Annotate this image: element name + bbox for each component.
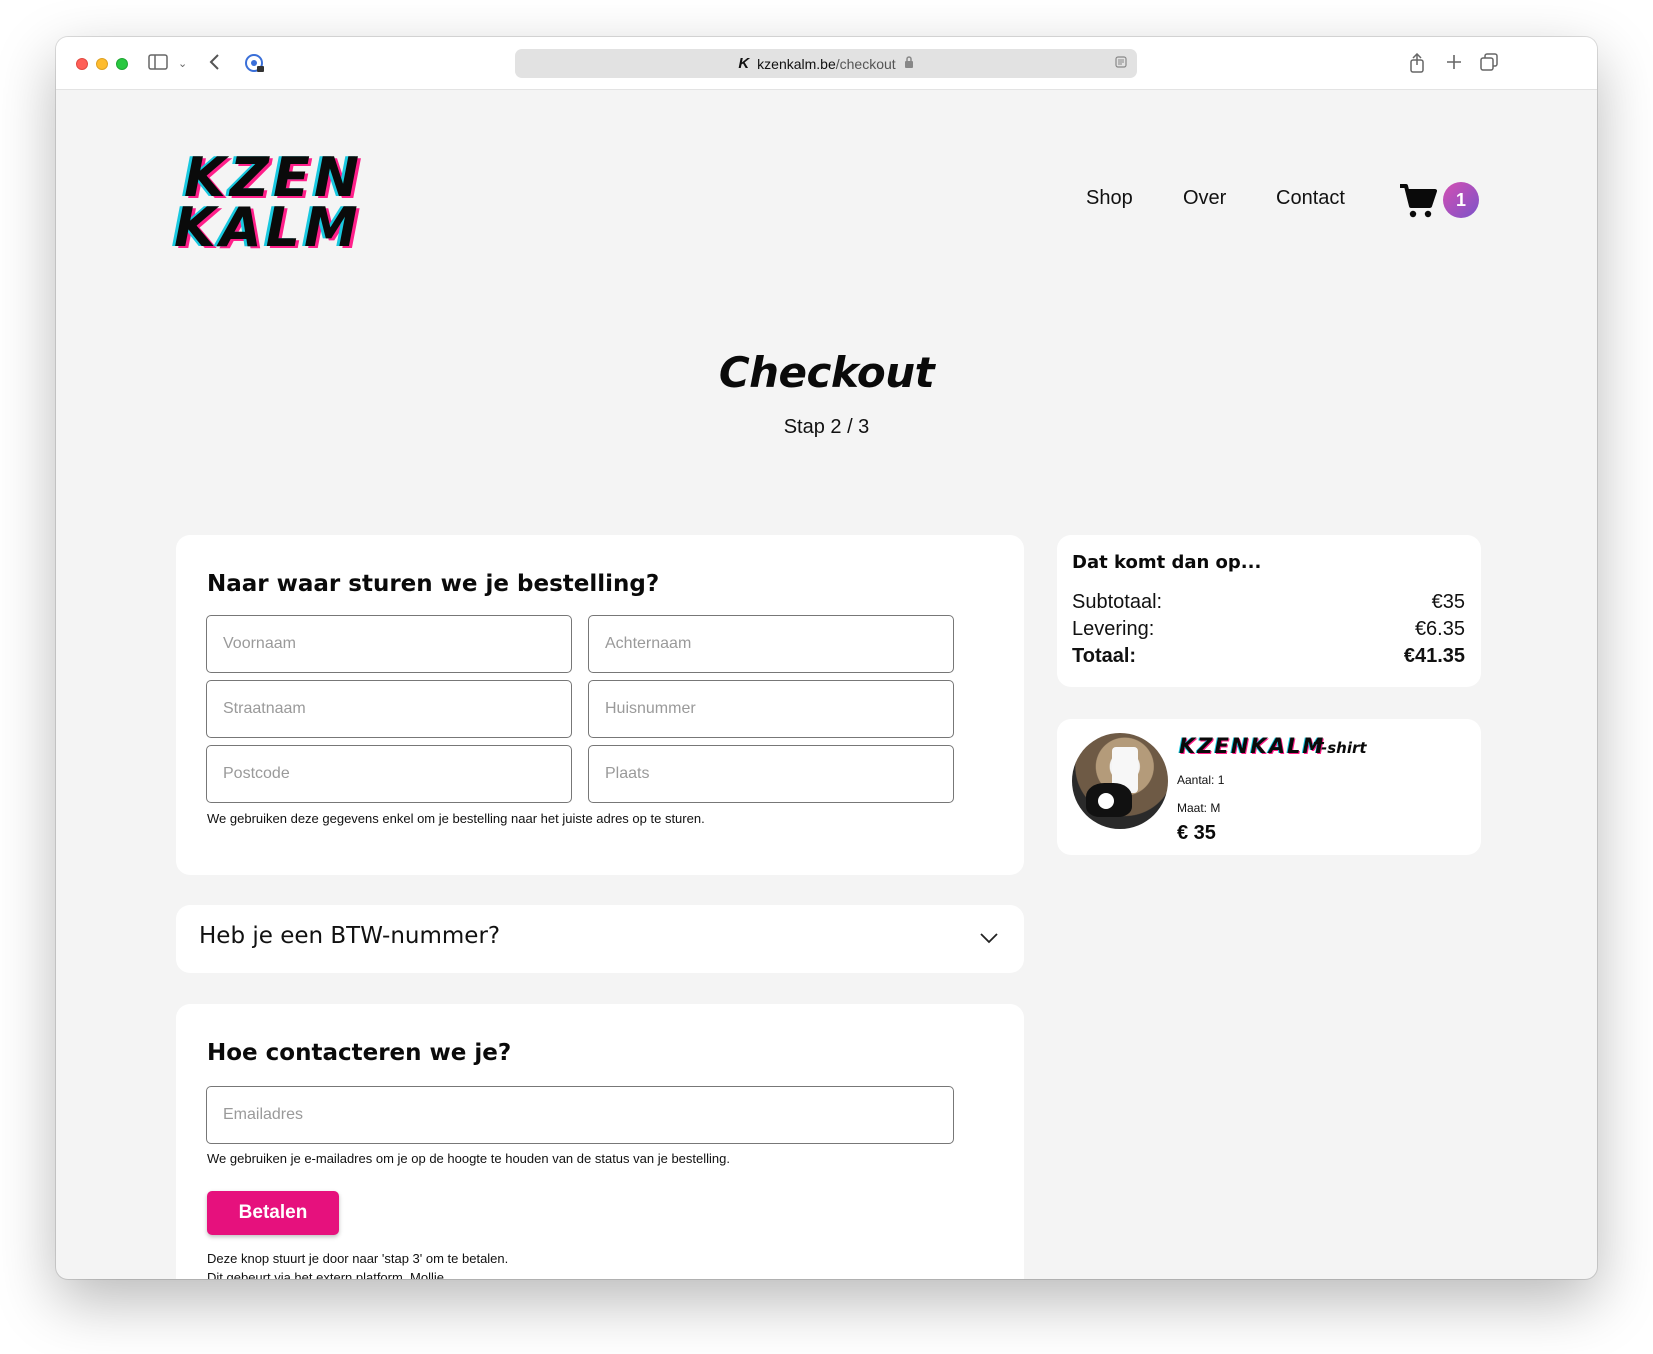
url-domain: kzenkalm.be <box>757 55 836 72</box>
delivery-value: €6.35 <box>1414 618 1465 640</box>
street-field[interactable] <box>206 680 572 738</box>
nav-contact[interactable]: Contact <box>1276 187 1345 210</box>
privacy-report-icon[interactable] <box>244 53 266 80</box>
browser-titlebar: ⌄ K kzenkalm.be/checkout <box>56 37 1597 90</box>
vat-number-accordion[interactable]: Heb je een BTW-nummer? <box>176 905 1024 973</box>
page-title: Checkout <box>718 348 935 397</box>
product-image <box>1072 733 1168 829</box>
reader-mode-icon[interactable] <box>1115 56 1127 71</box>
postcode-input[interactable] <box>223 746 571 802</box>
product-type: T-shirt <box>1313 739 1367 757</box>
shipping-address-heading: Naar waar sturen we je bestelling? <box>207 571 660 597</box>
cart-count-badge[interactable]: 1 <box>1443 182 1479 218</box>
chevron-down-icon[interactable] <box>978 927 1000 949</box>
cart-item-card: KZENKALM T-shirt Aantal: 1 Maat: M € 35 <box>1057 719 1481 855</box>
subtotal-label: Subtotaal: <box>1072 591 1163 613</box>
new-tab-icon[interactable] <box>1446 53 1462 75</box>
postcode-field[interactable] <box>206 745 572 803</box>
share-icon[interactable] <box>1409 52 1425 78</box>
email-field[interactable] <box>206 1086 954 1144</box>
house-number-field[interactable] <box>588 680 954 738</box>
subtotal-value: €35 <box>1431 591 1465 613</box>
url-path: /checkout <box>835 55 896 72</box>
fullscreen-window-button[interactable] <box>116 58 128 70</box>
payment-note-line-2: Dit gebeurt via het extern platform, Mol… <box>207 1270 448 1279</box>
total-label: Totaal: <box>1072 645 1137 667</box>
total-row: Totaal: €41.35 <box>1072 645 1465 668</box>
checkout-step-indicator: Stap 2 / 3 <box>783 416 870 438</box>
product-size: Maat: M <box>1177 801 1221 815</box>
address-bar[interactable]: K kzenkalm.be/checkout <box>515 49 1137 78</box>
house-number-input[interactable] <box>605 681 953 737</box>
contact-card: Hoe contacteren we je? We gebruiken je e… <box>176 1004 1024 1279</box>
chevron-down-icon[interactable]: ⌄ <box>178 53 187 75</box>
address-helper-text: We gebruiken deze gegevens enkel om je b… <box>207 811 705 826</box>
product-price: € 35 <box>1177 822 1216 844</box>
tab-overview-icon[interactable] <box>1480 53 1498 76</box>
total-value: €41.35 <box>1403 645 1465 667</box>
order-summary-card: Dat komt dan op... Subtotaal: €35 Leveri… <box>1057 535 1481 687</box>
sidebar-toggle-icon[interactable] <box>148 53 168 76</box>
site-favicon: K <box>738 55 750 72</box>
logo-line-2: KALM <box>174 196 362 259</box>
product-brand-name: KZENKALM <box>1179 734 1326 758</box>
delivery-row: Levering: €6.35 <box>1072 618 1465 641</box>
last-name-field[interactable] <box>588 615 954 673</box>
nav-shop[interactable]: Shop <box>1086 187 1133 210</box>
shopping-cart-icon[interactable] <box>1398 180 1438 220</box>
vat-accordion-label: Heb je een BTW-nummer? <box>199 923 501 949</box>
kzenkalm-logo[interactable]: KZEN KALM <box>174 151 363 259</box>
first-name-field[interactable] <box>206 615 572 673</box>
minimize-window-button[interactable] <box>96 58 108 70</box>
payment-note: Deze knop stuurt je door naar 'stap 3' o… <box>207 1249 508 1279</box>
contact-heading: Hoe contacteren we je? <box>207 1040 512 1066</box>
dog-patch-graphic <box>1098 793 1114 809</box>
last-name-input[interactable] <box>605 616 953 672</box>
browser-window: ⌄ K kzenkalm.be/checkout KZEN KALM Shop … <box>56 37 1597 1279</box>
city-field[interactable] <box>588 745 954 803</box>
email-helper-text: We gebruiken je e-mailadres om je op de … <box>207 1151 730 1166</box>
street-input[interactable] <box>223 681 571 737</box>
nav-over[interactable]: Over <box>1183 187 1226 210</box>
checkout-page: KZEN KALM Shop Over Contact 1 Checkout S… <box>56 90 1597 1279</box>
close-window-button[interactable] <box>76 58 88 70</box>
order-summary-title: Dat komt dan op... <box>1072 552 1262 573</box>
delivery-label: Levering: <box>1072 618 1155 640</box>
first-name-input[interactable] <box>223 616 571 672</box>
pay-button[interactable]: Betalen <box>207 1191 339 1235</box>
product-quantity: Aantal: 1 <box>1177 773 1225 787</box>
lock-icon <box>904 56 914 71</box>
city-input[interactable] <box>605 746 953 802</box>
email-input[interactable] <box>223 1087 953 1143</box>
back-arrow-icon[interactable] <box>208 53 222 76</box>
payment-note-line-1: Deze knop stuurt je door naar 'stap 3' o… <box>207 1251 509 1266</box>
shipping-address-card: Naar waar sturen we je bestelling? We ge… <box>176 535 1024 875</box>
subtotal-row: Subtotaal: €35 <box>1072 591 1465 614</box>
